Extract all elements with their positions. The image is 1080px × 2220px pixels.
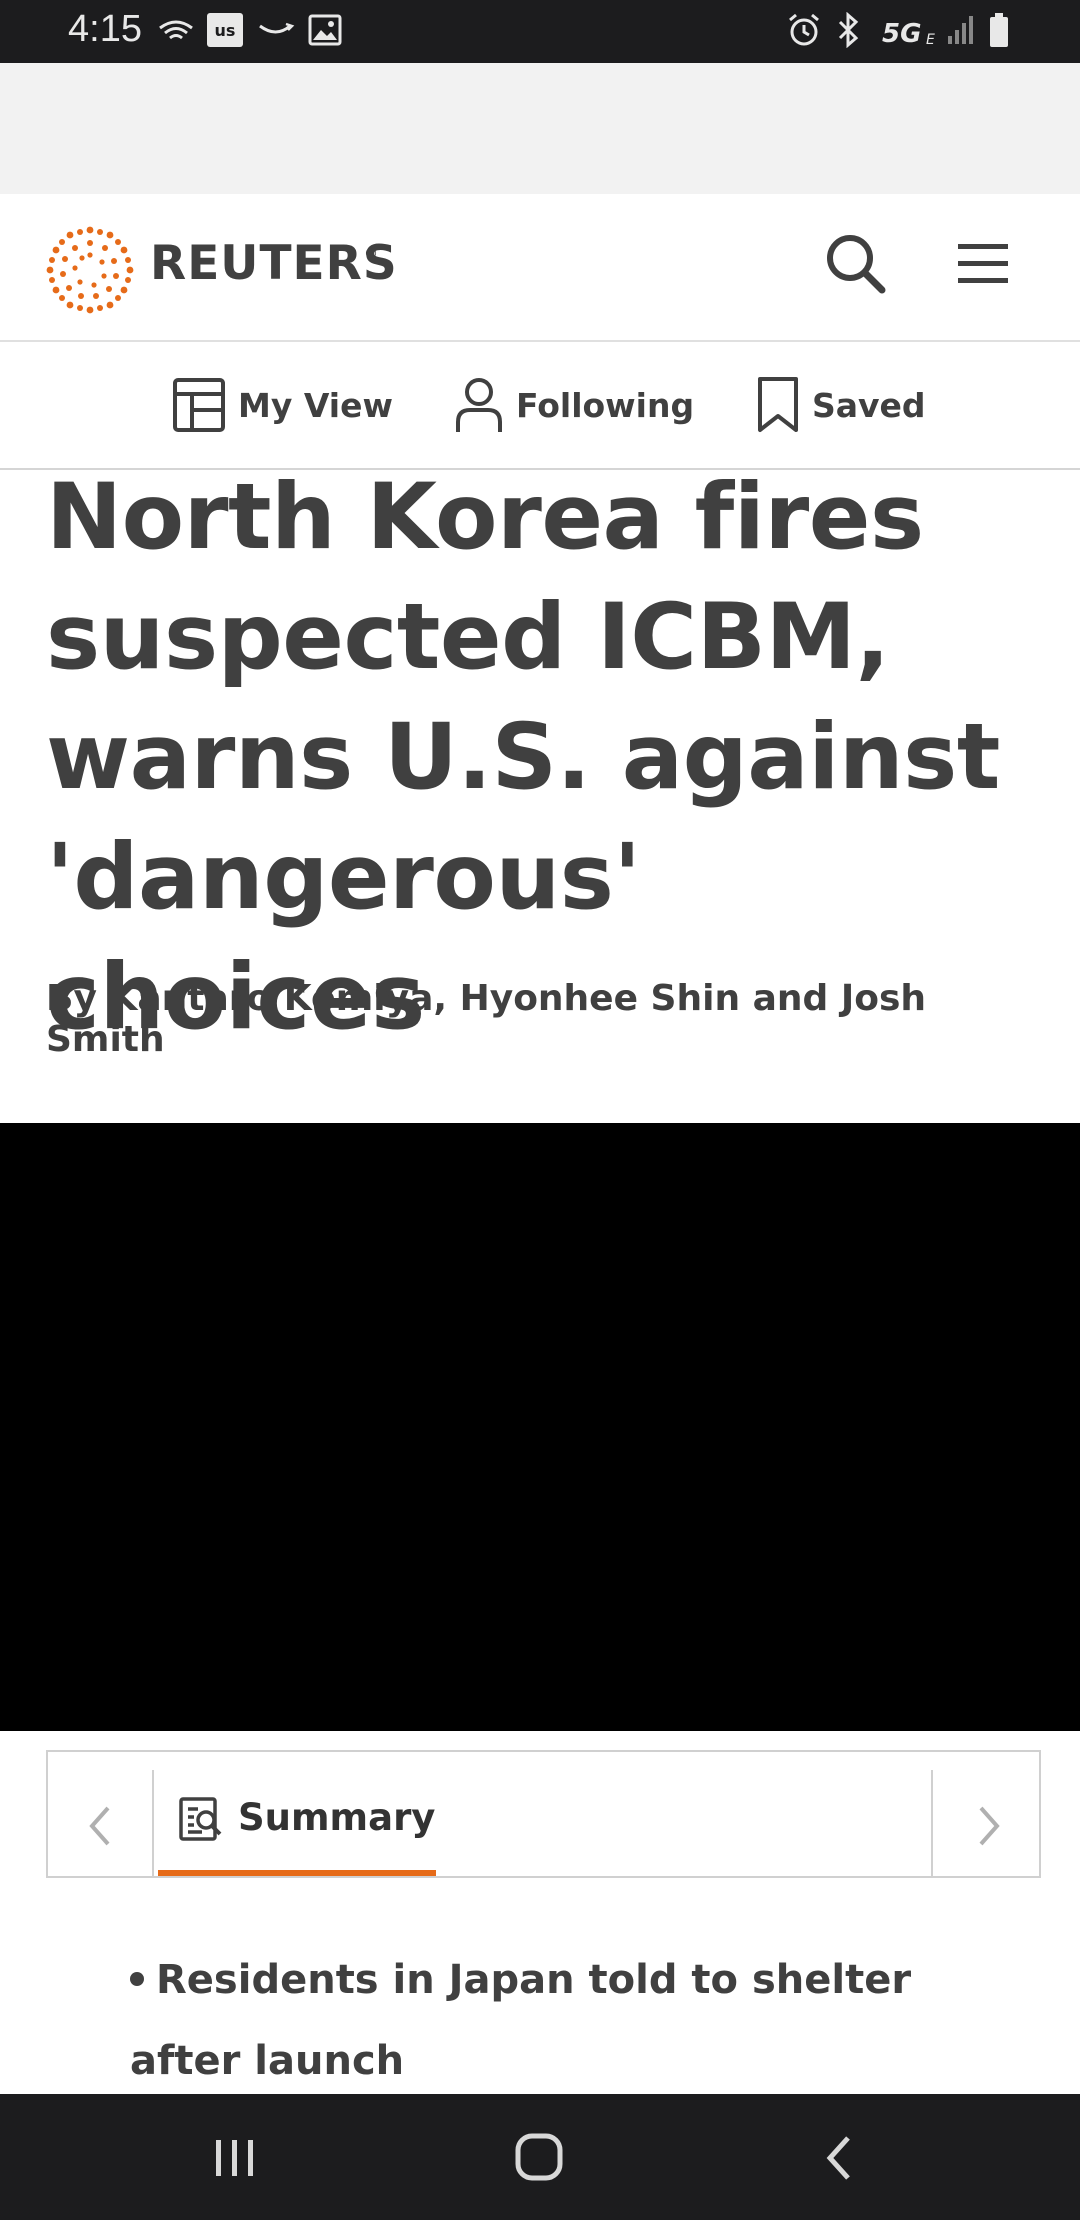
signal-icon	[946, 14, 976, 50]
us-app-icon: us	[206, 12, 244, 52]
wifi-calling-icon	[156, 14, 196, 52]
search-icon	[824, 235, 888, 300]
summary-list: Residents in Japan told to shelter after…	[130, 1940, 990, 2102]
tab-summary[interactable]: Summary	[156, 1770, 436, 1876]
svg-text:us: us	[215, 21, 236, 40]
logo-wordmark[interactable]: REUTERS	[150, 236, 398, 291]
article-headline: North Korea fires suspected ICBM, warns …	[46, 465, 1000, 1050]
logo-registered-mark: ®	[364, 246, 378, 262]
video-player[interactable]	[0, 1123, 1080, 1731]
nav-label: Saved	[812, 385, 926, 425]
bullet-icon	[130, 1972, 144, 1986]
battery-icon	[988, 12, 1010, 52]
nav-following[interactable]: Following	[454, 374, 694, 436]
menu-button[interactable]	[954, 236, 1014, 292]
svg-text:E: E	[926, 32, 935, 48]
nav-saved[interactable]: Saved	[756, 374, 926, 436]
chevron-left-icon	[86, 1804, 114, 1852]
nav-label: My View	[238, 385, 393, 425]
back-icon[interactable]	[822, 2134, 854, 2186]
tab-prev-button[interactable]	[48, 1770, 154, 1876]
summary-bullet-text: Residents in Japan told to shelter after…	[130, 1957, 912, 2084]
home-icon[interactable]	[514, 2132, 564, 2186]
tab-next-button[interactable]	[931, 1770, 1039, 1876]
alarm-icon	[786, 12, 822, 52]
image-icon	[308, 14, 342, 50]
status-time: 4:15	[68, 8, 142, 50]
5g-icon: 5G E	[880, 14, 942, 52]
article-tabs: Summary	[46, 1750, 1041, 1878]
recent-apps-icon[interactable]	[212, 2136, 258, 2184]
chevron-right-icon	[975, 1804, 1003, 1852]
sub-nav: My View Following Saved	[0, 342, 1080, 470]
network-label: 5G	[882, 19, 921, 48]
search-button[interactable]	[824, 232, 888, 296]
screen: 4:15 us 5G E REUTERS ® My View Following…	[0, 0, 1080, 2220]
reuters-logo-icon[interactable]	[44, 224, 136, 316]
article-byline[interactable]: By Kantaro Komiya, Hyonhee Shin and Josh…	[46, 978, 1046, 1060]
summary-icon	[178, 1796, 224, 1848]
nav-my-view[interactable]: My View	[172, 374, 393, 436]
bluetooth-icon	[836, 11, 862, 52]
nav-label: Following	[516, 385, 695, 425]
list-item: Residents in Japan told to shelter after…	[130, 1940, 990, 2102]
android-nav-bar	[0, 2094, 1080, 2220]
person-icon	[454, 376, 504, 434]
tab-summary-label: Summary	[238, 1796, 436, 1839]
my-view-icon	[172, 377, 226, 433]
active-tab-indicator	[158, 1870, 436, 1876]
status-bar: 4:15 us 5G E	[0, 0, 1080, 63]
hamburger-menu-icon	[954, 244, 1014, 296]
ad-space	[0, 63, 1080, 194]
amazon-icon	[256, 18, 296, 46]
site-header: REUTERS ®	[0, 194, 1080, 342]
bookmark-icon	[756, 376, 800, 434]
